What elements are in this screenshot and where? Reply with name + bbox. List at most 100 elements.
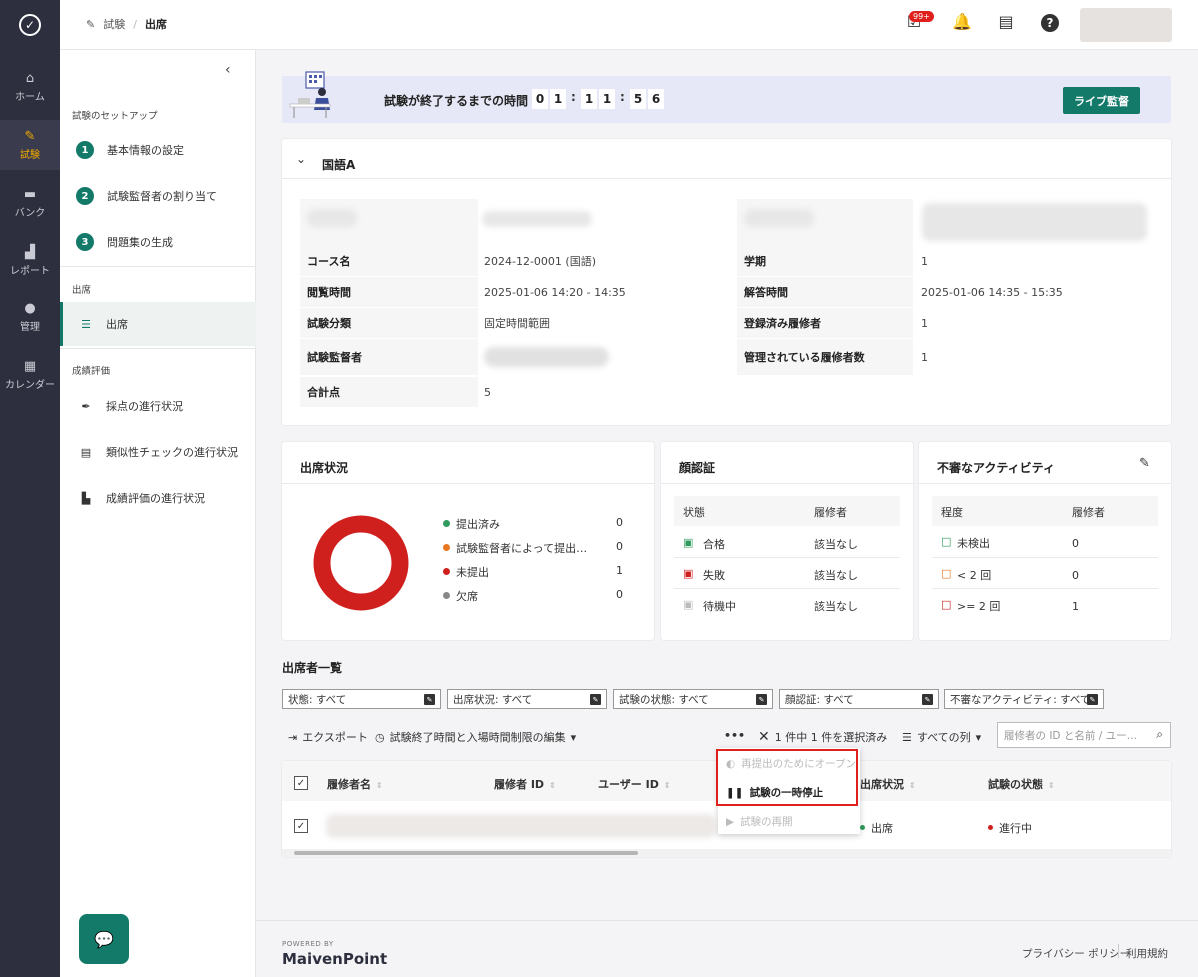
nav-label: カレンダー	[5, 380, 55, 391]
scrollbar-thumb[interactable]	[294, 851, 638, 855]
info-label: 試験分類	[300, 308, 478, 338]
sort-icon: ⇕	[909, 781, 916, 790]
attendee-list-title: 出席者一覧	[282, 661, 343, 675]
terms-link[interactable]: 利用規約	[1126, 946, 1168, 961]
sidebar-step-question-set[interactable]: 3 問題集の生成	[76, 233, 173, 251]
powered-by-text: POWERED BY	[282, 940, 334, 948]
chat-button[interactable]: 💬	[79, 914, 129, 964]
status-dot	[860, 825, 865, 830]
proctor-illustration-icon	[289, 71, 331, 118]
nav-item-report[interactable]: ▟ レポート	[0, 236, 60, 286]
caret-down-icon: ▾	[975, 730, 982, 744]
live-proctor-button[interactable]: ライブ監督	[1063, 87, 1140, 114]
sidebar-divider	[60, 348, 256, 349]
sidebar-section-setup: 試験のセットアップ	[72, 111, 158, 122]
row-divider	[674, 557, 900, 558]
legend-label: 欠席	[456, 590, 478, 603]
face-pass-icon: ▣	[683, 536, 694, 549]
legend-value: 0	[616, 588, 623, 601]
column-header-user-id[interactable]: ユーザー ID ⇕	[598, 776, 671, 792]
help-icon[interactable]: ?	[1039, 12, 1061, 32]
columns-button[interactable]: ☰ すべての列 ▾	[902, 729, 981, 745]
toolbox-icon[interactable]: ▤	[995, 12, 1017, 31]
legend-dot	[443, 544, 450, 551]
info-value: 1	[921, 316, 928, 330]
column-header-exam-status[interactable]: 試験の状態 ⇕	[988, 776, 1055, 792]
privacy-link[interactable]: プライバシー ポリシー	[1022, 946, 1130, 961]
filter-label: 出席状況: すべて	[453, 693, 533, 706]
column-header: 程度	[941, 506, 963, 519]
export-button[interactable]: ⇥ エクスポート	[288, 729, 368, 745]
nav-item-calendar[interactable]: ▦ カレンダー	[0, 350, 60, 400]
filter-label: 不審なアクティビティ: すべて	[950, 693, 1091, 706]
home-icon: ⌂	[25, 71, 35, 86]
clock-icon: ◷	[375, 730, 385, 744]
select-all-checkbox[interactable]: ✓	[294, 776, 308, 790]
timer-digit: 5	[630, 89, 646, 109]
sidebar-item-label: 成績評価の進行状況	[106, 492, 205, 505]
filter-attendance[interactable]: 出席状況: すべて ✎	[447, 689, 607, 709]
top-header	[60, 0, 1198, 50]
face-auth-card: 顔認証 状態 履修者 ▣ 合格 該当なし ▣ 失敗 該当なし ▣ 待機中 該当な…	[661, 442, 913, 640]
chevron-down-icon[interactable]: ⌄	[296, 152, 306, 166]
nav-item-admin[interactable]: ● 管理	[0, 292, 60, 342]
bell-icon[interactable]: 🔔	[951, 12, 973, 31]
step-number: 1	[76, 141, 94, 159]
column-header-name[interactable]: 履修者名 ⇕	[327, 776, 383, 792]
filter-face-auth[interactable]: 顔認証: すべて ✎	[779, 689, 939, 709]
face-value: 該当なし	[814, 538, 858, 551]
clear-selection-button[interactable]: ✕ 1 件中 1 件を選択済み	[758, 729, 887, 745]
face-pending-icon: ▣	[683, 598, 694, 611]
chat-icon: 💬	[94, 929, 114, 949]
suspicious-level: 未検出	[957, 537, 990, 550]
pen-icon: ✒	[81, 399, 91, 413]
legend-label: 試験監督者によって提出…	[456, 542, 588, 555]
info-value: 1	[921, 254, 928, 268]
redacted-value	[922, 203, 1147, 241]
search-input[interactable]: 履修者の ID と名前 / ユー… ⌕	[997, 722, 1171, 748]
edit-time-label: 試験終了時間と入場時間制限の編集	[389, 731, 566, 744]
sidebar-item-attendance[interactable]: ☰ 出席	[60, 302, 256, 346]
sidebar-item-similarity-progress[interactable]: ▤ 類似性チェックの進行状況	[60, 430, 256, 474]
menu-item-resume[interactable]: ▶ 試験の再開	[726, 814, 793, 829]
divider	[919, 483, 1171, 484]
sidebar-item-grading-progress[interactable]: ▙ 成績評価の進行状況	[60, 476, 256, 520]
search-icon[interactable]: ⌕	[1156, 727, 1163, 742]
filter-suspicious[interactable]: 不審なアクティビティ: すべて ✎	[944, 689, 1104, 709]
nav-item-home[interactable]: ⌂ ホーム	[0, 62, 60, 112]
sidebar-section-attendance: 出席	[72, 285, 92, 296]
nav-label: ホーム	[15, 92, 45, 103]
edit-icon: ✎	[590, 694, 601, 705]
clipboard-icon: ▤	[80, 445, 92, 459]
footer-divider	[1118, 944, 1119, 958]
redacted-row-data	[326, 814, 716, 838]
nav-label: バンク	[14, 208, 46, 219]
nav-item-bank[interactable]: ▬ バンク	[0, 178, 60, 228]
edit-pencil-icon[interactable]: ✎	[1139, 456, 1150, 471]
calendar-icon: ▦	[23, 359, 37, 374]
more-actions-button[interactable]: •••	[724, 729, 745, 742]
row-divider	[932, 557, 1158, 558]
info-label: 試験監督者	[300, 339, 478, 375]
face-status: 失敗	[703, 569, 725, 582]
filter-status[interactable]: 状態: すべて ✎	[282, 689, 441, 709]
user-avatar[interactable]	[1080, 8, 1172, 42]
sidebar-step-proctor[interactable]: 2 試験監督者の割り当て	[76, 187, 217, 205]
breadcrumb-exam[interactable]: 試験	[103, 16, 125, 32]
filter-exam-status[interactable]: 試験の状態: すべて ✎	[613, 689, 773, 709]
exam-status-cell: 進行中	[988, 820, 1032, 836]
nav-item-exam[interactable]: ✎ 試験	[0, 120, 60, 170]
column-header-attendance[interactable]: 出席状況 ⇕	[860, 776, 916, 792]
people-icon: ●	[24, 301, 36, 316]
app-logo[interactable]: ✓	[0, 0, 60, 50]
edit-icon: ✎	[1087, 694, 1098, 705]
sidebar-item-scoring-progress[interactable]: ✒ 採点の進行状況	[60, 384, 256, 428]
sidebar-section-grading: 成績評価	[72, 366, 111, 377]
collapse-chevron-icon[interactable]: ‹	[225, 62, 231, 78]
caret-down-icon: ▾	[570, 730, 577, 744]
card-title: 不審なアクティビティ	[937, 461, 1055, 475]
edit-time-button[interactable]: ◷ 試験終了時間と入場時間制限の編集 ▾	[375, 729, 576, 745]
sidebar-step-basic-info[interactable]: 1 基本情報の設定	[76, 141, 184, 159]
column-header-student-id[interactable]: 履修者 ID ⇕	[494, 776, 556, 792]
row-checkbox[interactable]: ✓	[294, 819, 308, 833]
